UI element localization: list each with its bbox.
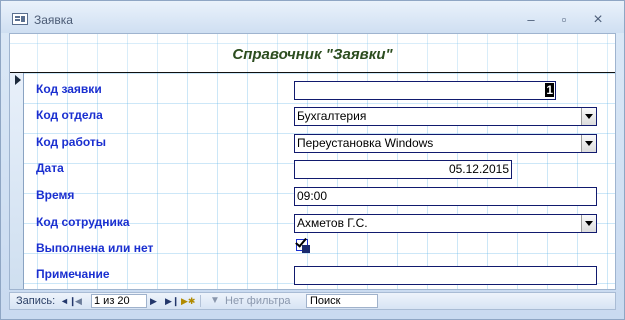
label-completed: Выполнена или нет [36,241,154,255]
first-record-icon[interactable]: ◄❙ [60,295,76,307]
next-record-icon[interactable]: ▶ [150,295,157,307]
label-time: Время [36,188,75,202]
chevron-down-icon[interactable] [581,215,596,232]
request-code-field[interactable]: 1 [294,81,556,100]
last-record-icon[interactable]: ▶❙ [165,295,179,307]
request-code-value: 1 [545,83,554,97]
form-client-area: Справочник "Заявки" Код заявки 1 Код отд… [9,33,616,290]
filter-status[interactable]: Нет фильтра [225,295,291,307]
new-record-icon[interactable]: ▶✱ [181,295,195,307]
label-employee-code: Код сотрудника [36,215,130,229]
chevron-down-icon[interactable] [581,135,596,152]
chevron-down-icon[interactable] [581,108,596,125]
employee-value: Ахметов Г.С. [297,216,368,230]
maximize-button[interactable]: ▫ [551,11,577,29]
record-position-field[interactable]: 1 из 20 [91,294,147,308]
time-field[interactable]: 09:00 [294,187,597,206]
current-record-arrow-icon [15,75,21,85]
label-note: Примечание [36,267,110,281]
record-label: Запись: [16,295,56,307]
previous-record-icon[interactable]: ◀ [75,295,82,307]
label-date: Дата [36,161,64,175]
date-field[interactable]: 05.12.2015 [294,160,512,179]
record-navigation-bar: Запись: ◄❙ ◀ 1 из 20 ▶ ▶❙ ▶✱ ▼ Нет фильт… [9,292,616,310]
note-field[interactable] [294,266,597,285]
checkbox-corner-marker [302,245,310,253]
access-form-window: Заявка – ▫ × Справочник "Заявки" Код зая… [0,0,625,320]
nav-separator [200,295,201,307]
form-title: Справочник "Заявки" [232,46,393,63]
department-combo[interactable]: Бухгалтерия [294,107,597,126]
filter-icon: ▼ [210,295,220,306]
search-input[interactable]: Поиск [306,294,378,308]
header-divider [10,72,615,73]
work-value: Переустановка Windows [297,136,434,150]
department-value: Бухгалтерия [297,109,367,123]
close-button[interactable]: × [585,11,611,29]
record-selector[interactable] [10,73,24,289]
minimize-button[interactable]: – [518,11,544,29]
form-icon [12,13,28,25]
employee-combo[interactable]: Ахметов Г.С. [294,214,597,233]
label-department-code: Код отдела [36,108,103,122]
label-request-code: Код заявки [36,82,102,96]
title-bar[interactable]: Заявка – ▫ × [1,1,624,33]
window-title: Заявка [34,13,73,27]
label-work-code: Код работы [36,135,107,149]
work-combo[interactable]: Переустановка Windows [294,134,597,153]
